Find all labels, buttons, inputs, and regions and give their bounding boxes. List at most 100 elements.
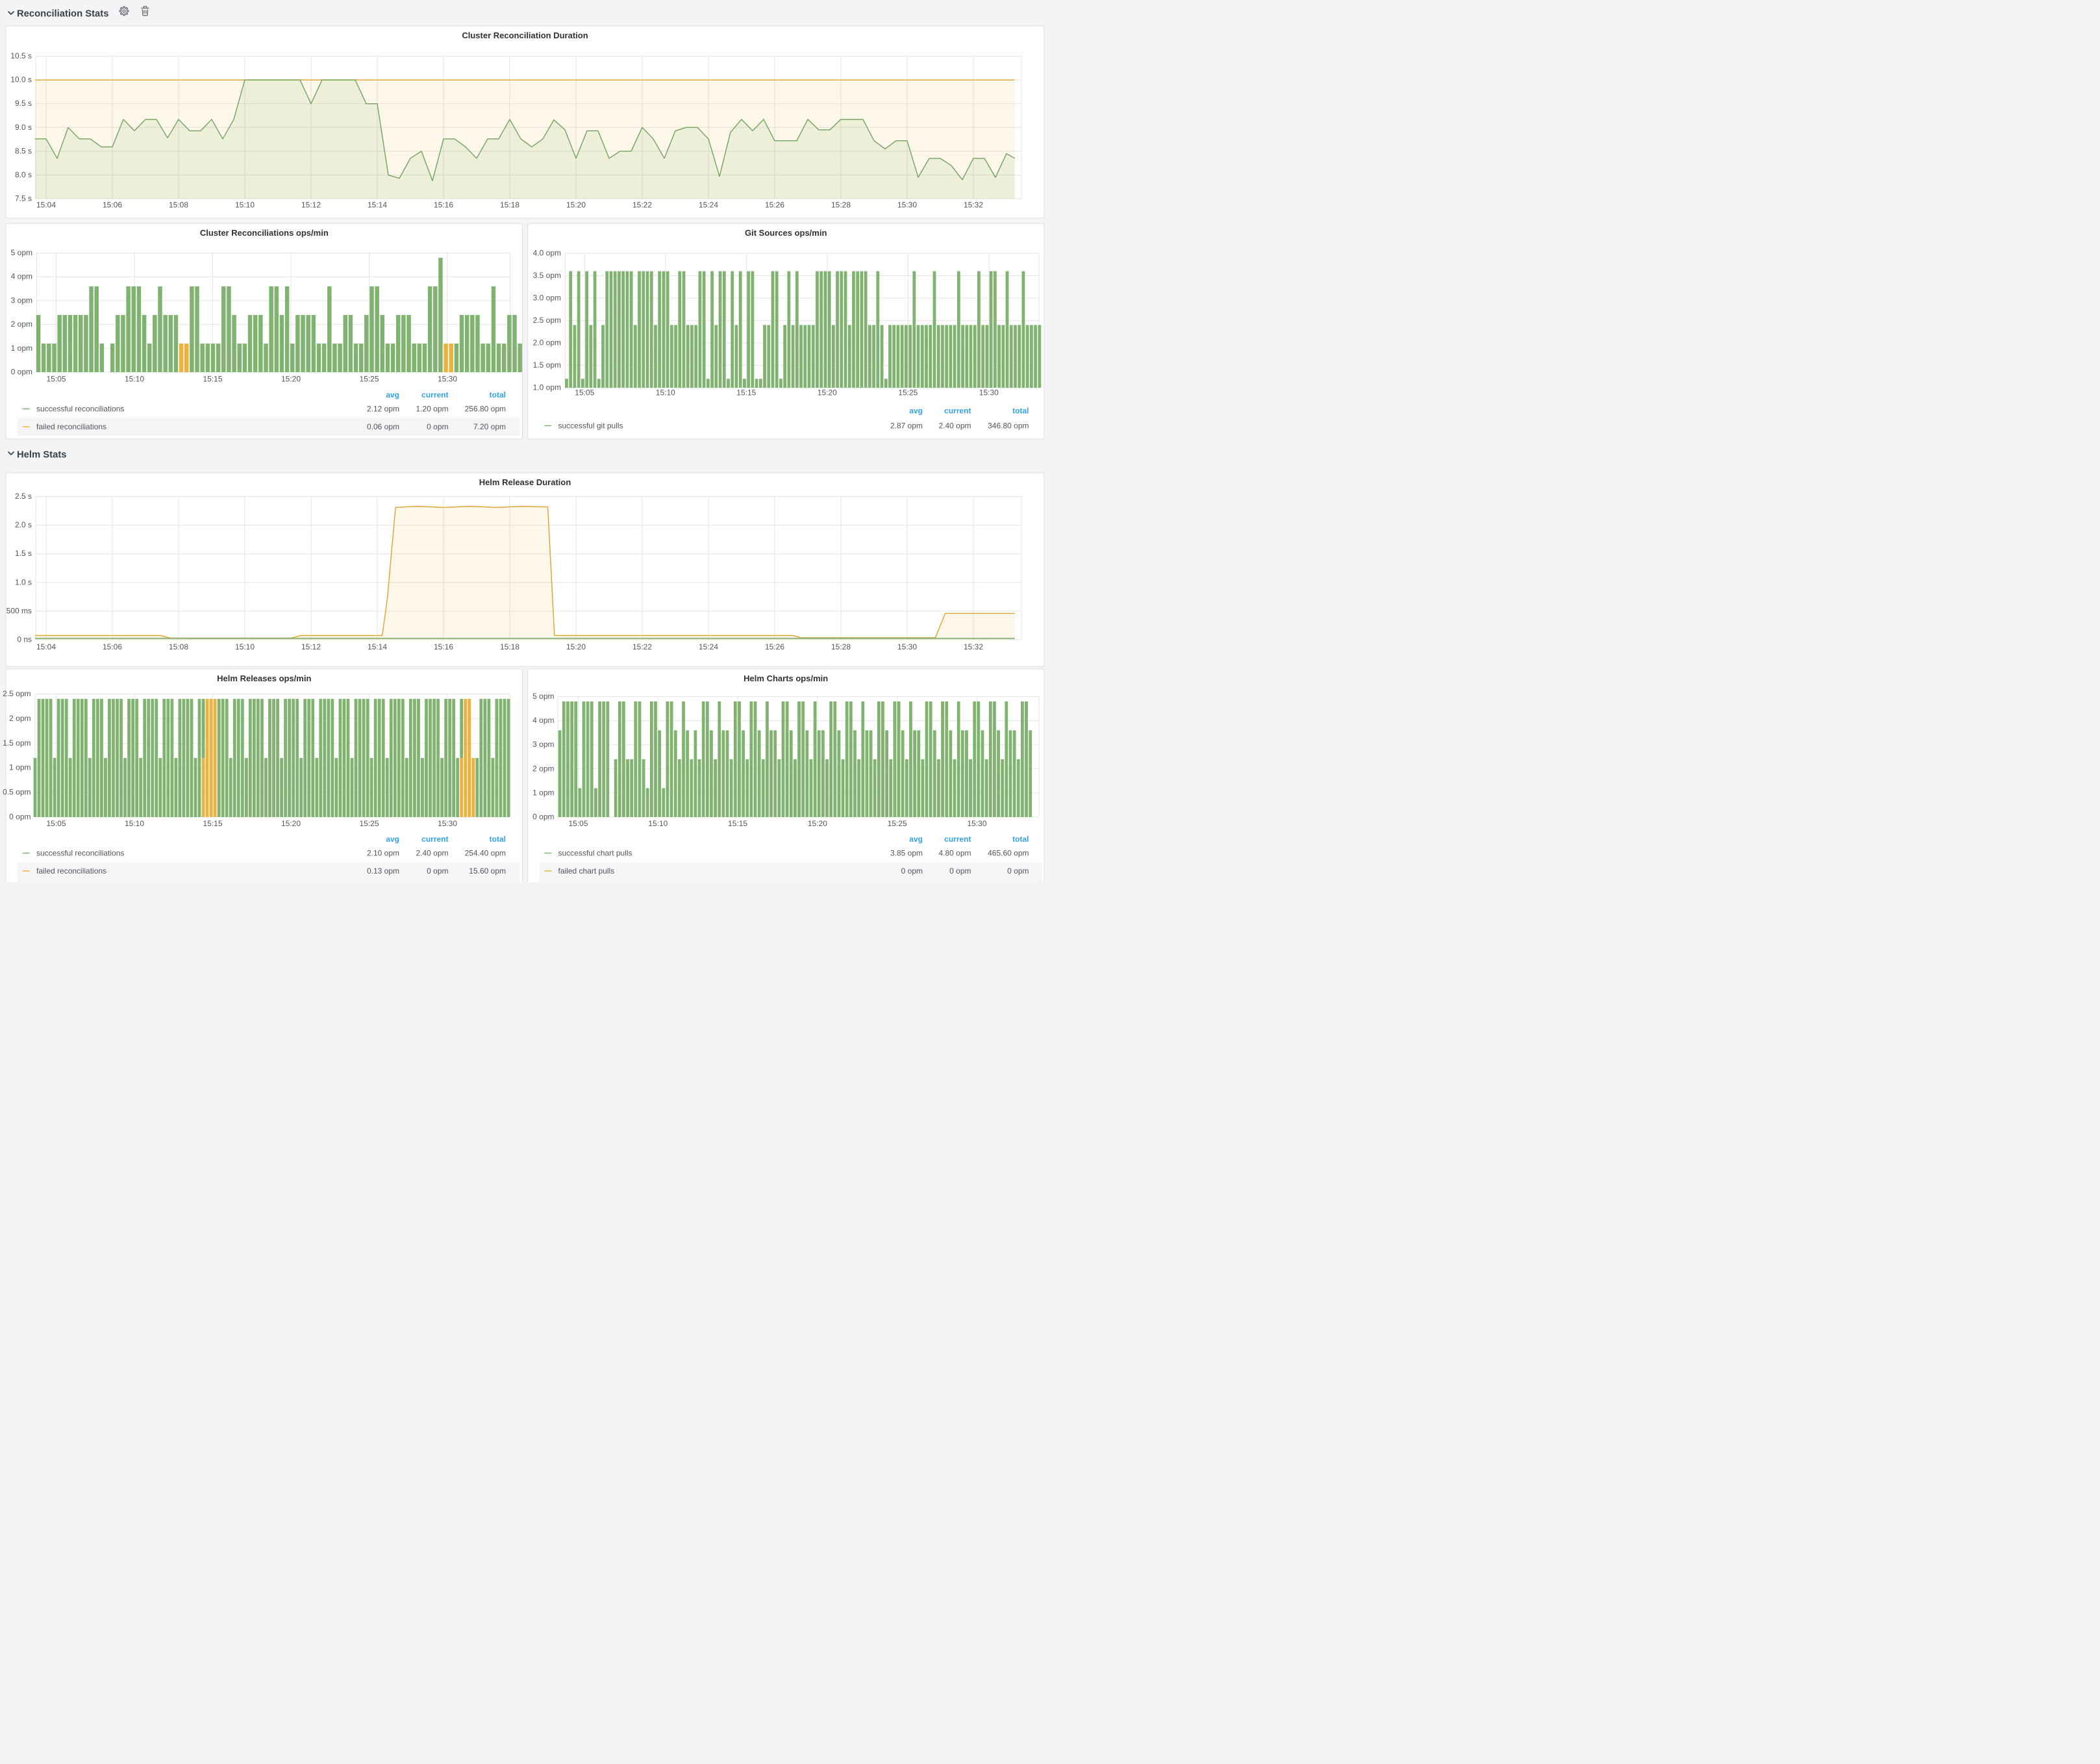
svg-text:15:25: 15:25 — [888, 819, 907, 828]
svg-text:2.0 s: 2.0 s — [15, 520, 32, 529]
svg-text:2.40 opm: 2.40 opm — [416, 849, 448, 858]
svg-text:15:26: 15:26 — [765, 642, 784, 651]
svg-text:total: total — [1012, 407, 1029, 416]
svg-text:9.0 s: 9.0 s — [15, 123, 32, 132]
svg-text:2.87 opm: 2.87 opm — [890, 422, 923, 431]
svg-text:15:04: 15:04 — [36, 201, 56, 210]
svg-text:current: current — [944, 407, 971, 416]
svg-text:3 opm: 3 opm — [532, 740, 554, 749]
svg-text:10.5 s: 10.5 s — [10, 51, 32, 60]
svg-text:15:16: 15:16 — [434, 642, 453, 651]
svg-text:avg: avg — [386, 835, 399, 844]
svg-text:15:14: 15:14 — [368, 642, 387, 651]
svg-text:15:18: 15:18 — [500, 201, 519, 210]
svg-text:successful chart pulls: successful chart pulls — [558, 849, 632, 858]
svg-text:2.5 opm: 2.5 opm — [3, 689, 31, 698]
svg-text:1.0 opm: 1.0 opm — [533, 383, 561, 392]
svg-text:0 opm: 0 opm — [532, 813, 554, 822]
svg-text:15:30: 15:30 — [438, 375, 457, 384]
svg-text:15:20: 15:20 — [566, 201, 586, 210]
svg-text:0 ns: 0 ns — [17, 635, 32, 644]
svg-text:0 opm: 0 opm — [9, 813, 31, 822]
svg-text:15:20: 15:20 — [808, 819, 827, 828]
svg-text:0 opm: 0 opm — [901, 866, 923, 876]
svg-text:2 opm: 2 opm — [11, 320, 32, 329]
svg-text:2.5 opm: 2.5 opm — [533, 316, 561, 325]
svg-text:2.5 s: 2.5 s — [15, 492, 32, 501]
svg-text:3.0 opm: 3.0 opm — [533, 294, 561, 303]
svg-text:15:15: 15:15 — [728, 819, 747, 828]
svg-text:Helm Charts ops/min: Helm Charts ops/min — [744, 674, 828, 683]
svg-text:15:25: 15:25 — [359, 375, 379, 384]
svg-text:1.5 opm: 1.5 opm — [3, 738, 31, 748]
svg-text:Cluster Reconciliation Duratio: Cluster Reconciliation Duration — [462, 31, 588, 40]
svg-text:3.5 opm: 3.5 opm — [533, 271, 561, 280]
svg-text:1.20 opm: 1.20 opm — [416, 405, 448, 414]
svg-text:0.06 opm: 0.06 opm — [367, 422, 399, 431]
svg-text:7.5 s: 7.5 s — [15, 194, 32, 203]
svg-text:15:05: 15:05 — [575, 388, 594, 397]
svg-text:3 opm: 3 opm — [11, 296, 32, 305]
svg-text:0 opm: 0 opm — [949, 866, 971, 876]
svg-text:Reconciliation Stats: Reconciliation Stats — [17, 9, 108, 19]
svg-text:15:30: 15:30 — [897, 201, 917, 210]
svg-text:15:06: 15:06 — [103, 201, 122, 210]
svg-text:Helm Releases ops/min: Helm Releases ops/min — [217, 674, 311, 683]
svg-text:15.60 opm: 15.60 opm — [469, 866, 506, 876]
svg-text:0.5 opm: 0.5 opm — [3, 788, 31, 797]
svg-text:15:28: 15:28 — [831, 201, 851, 210]
svg-text:15:10: 15:10 — [648, 819, 668, 828]
svg-text:7.20 opm: 7.20 opm — [473, 422, 506, 431]
svg-text:Helm Release Duration: Helm Release Duration — [479, 477, 571, 487]
svg-text:2 opm: 2 opm — [9, 714, 31, 723]
svg-text:2.0 opm: 2.0 opm — [533, 338, 561, 347]
svg-text:15:05: 15:05 — [46, 819, 66, 828]
svg-text:15:20: 15:20 — [818, 388, 837, 397]
svg-text:15:15: 15:15 — [203, 375, 222, 384]
svg-text:4 opm: 4 opm — [11, 272, 32, 281]
svg-text:15:10: 15:10 — [235, 201, 255, 210]
svg-text:15:14: 15:14 — [368, 201, 387, 210]
svg-text:avg: avg — [909, 835, 923, 844]
svg-text:15:32: 15:32 — [964, 201, 983, 210]
svg-text:failed reconciliations: failed reconciliations — [36, 422, 106, 431]
svg-text:5 opm: 5 opm — [532, 692, 554, 701]
svg-text:15:15: 15:15 — [736, 388, 756, 397]
svg-text:Cluster Reconciliations ops/mi: Cluster Reconciliations ops/min — [200, 228, 329, 238]
svg-text:2.12 opm: 2.12 opm — [367, 405, 399, 414]
svg-text:1.0 s: 1.0 s — [15, 577, 32, 586]
svg-text:15:24: 15:24 — [699, 642, 718, 651]
svg-text:8.5 s: 8.5 s — [15, 146, 32, 155]
svg-text:15:25: 15:25 — [359, 819, 379, 828]
svg-text:failed reconciliations: failed reconciliations — [36, 866, 106, 876]
svg-text:15:30: 15:30 — [438, 819, 457, 828]
svg-text:8.0 s: 8.0 s — [15, 170, 32, 179]
svg-text:0 opm: 0 opm — [1007, 866, 1029, 876]
svg-text:total: total — [490, 835, 506, 844]
svg-text:15:30: 15:30 — [979, 388, 999, 397]
svg-text:2.40 opm: 2.40 opm — [938, 422, 971, 431]
svg-text:15:05: 15:05 — [568, 819, 588, 828]
svg-text:1 opm: 1 opm — [532, 788, 554, 797]
svg-text:15:12: 15:12 — [301, 201, 321, 210]
svg-text:4.80 opm: 4.80 opm — [938, 849, 971, 858]
svg-text:15:10: 15:10 — [235, 642, 255, 651]
svg-text:256.80 opm: 256.80 opm — [465, 405, 506, 414]
svg-text:Helm Stats: Helm Stats — [17, 450, 66, 460]
svg-text:15:08: 15:08 — [169, 642, 188, 651]
svg-text:15:10: 15:10 — [125, 375, 144, 384]
svg-text:15:04: 15:04 — [36, 642, 56, 651]
svg-text:5 opm: 5 opm — [11, 248, 32, 257]
svg-text:4.0 opm: 4.0 opm — [533, 249, 561, 258]
svg-text:successful reconciliations: successful reconciliations — [36, 849, 124, 858]
svg-text:15:05: 15:05 — [46, 375, 66, 384]
svg-text:15:30: 15:30 — [967, 819, 986, 828]
svg-text:avg: avg — [909, 407, 923, 416]
svg-text:15:12: 15:12 — [301, 642, 321, 651]
svg-text:1.5 s: 1.5 s — [15, 549, 32, 558]
svg-text:successful git pulls: successful git pulls — [558, 422, 623, 431]
svg-text:15:30: 15:30 — [897, 642, 917, 651]
svg-text:15:20: 15:20 — [281, 819, 301, 828]
svg-text:500 ms: 500 ms — [6, 606, 32, 615]
svg-text:15:20: 15:20 — [566, 642, 586, 651]
